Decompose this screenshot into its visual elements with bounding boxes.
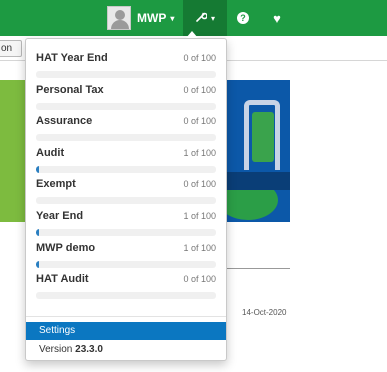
hero-image <box>226 80 290 222</box>
item-count: 0 of 100 <box>183 179 216 190</box>
menu-item[interactable]: HAT Year End 0 of 100 <box>26 52 226 84</box>
item-name: HAT Audit <box>36 273 89 286</box>
item-count: 0 of 100 <box>183 116 216 127</box>
date-label: 14-Oct-2020 <box>242 308 287 317</box>
item-name: HAT Year End <box>36 52 108 64</box>
item-count: 0 of 100 <box>183 84 216 95</box>
menu-item[interactable]: Assurance 0 of 100 <box>26 115 226 147</box>
item-name: Year End <box>36 209 84 222</box>
item-count: 1 of 100 <box>183 210 216 221</box>
divider <box>226 268 290 269</box>
progress-bar <box>36 71 216 78</box>
item-name: Personal Tax <box>36 83 104 96</box>
menu-item[interactable]: Personal Tax 0 of 100 <box>26 84 226 116</box>
question-circle-icon[interactable]: ? <box>234 9 252 27</box>
wrench-icon <box>195 11 208 26</box>
chevron-down-icon: ▾ <box>210 13 215 23</box>
user-menu-button[interactable]: MWP ▾ <box>107 4 174 32</box>
menu-item[interactable]: HAT Audit 0 of 100 <box>26 273 226 305</box>
menu-item[interactable]: Year End 1 of 100 <box>26 210 226 242</box>
background-tile <box>0 80 25 222</box>
progress-bar <box>36 260 216 268</box>
progress-bar <box>36 228 216 236</box>
progress-bar <box>36 197 216 205</box>
menu-divider <box>26 316 226 317</box>
item-name: Audit <box>36 146 65 159</box>
tools-dropdown-menu: HAT Year End 0 of 100 Personal Tax 0 of 100… <box>25 38 227 361</box>
item-count: 0 of 100 <box>183 274 216 285</box>
menu-item[interactable]: Audit 1 of 100 <box>26 147 226 179</box>
version-label: Version 23.3.0 <box>39 344 103 355</box>
item-count: 1 of 100 <box>183 147 216 158</box>
settings-menu-item[interactable]: Settings <box>26 322 226 340</box>
avatar <box>107 6 131 30</box>
version-number: 23.3.0 <box>75 344 103 355</box>
heart-icon[interactable]: ♥ <box>268 9 286 27</box>
menu-item[interactable]: MWP demo 1 of 100 <box>26 242 226 274</box>
progress-bar <box>36 134 216 142</box>
item-name: MWP demo <box>36 241 96 254</box>
progress-bar <box>36 165 216 173</box>
item-name: Exempt <box>36 178 76 191</box>
dropdown-caret <box>186 31 198 38</box>
progress-bar <box>36 292 216 300</box>
progress-fill <box>36 228 39 236</box>
item-count: 0 of 100 <box>183 53 216 63</box>
chevron-down-icon: ▾ <box>170 13 175 23</box>
item-count: 1 of 100 <box>183 242 216 253</box>
item-name: Assurance <box>36 115 93 128</box>
progress-bar <box>36 102 216 110</box>
menu-item[interactable]: Exempt 0 of 100 <box>26 178 226 210</box>
progress-fill <box>36 165 39 173</box>
progress-fill <box>36 260 39 268</box>
licence-list: HAT Year End 0 of 100 Personal Tax 0 of 100… <box>26 39 226 305</box>
background-button[interactable]: on <box>0 40 22 57</box>
user-label: MWP <box>137 11 167 25</box>
